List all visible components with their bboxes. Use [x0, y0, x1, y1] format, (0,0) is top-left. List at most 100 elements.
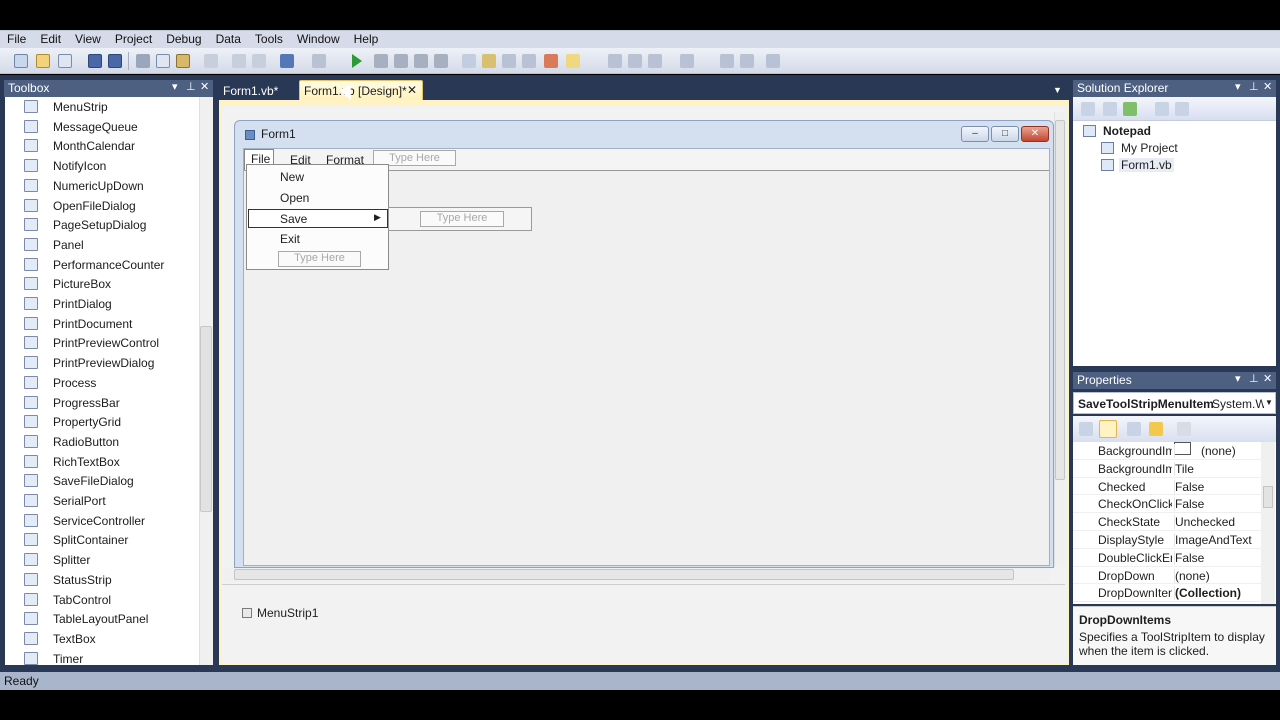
- paste-icon[interactable]: [176, 54, 190, 68]
- align-icon[interactable]: [462, 54, 476, 68]
- tree-item-my-project[interactable]: My Project: [1121, 141, 1178, 155]
- toolbox-item[interactable]: StatusStrip: [5, 570, 200, 590]
- toolbox-item[interactable]: MonthCalendar: [5, 136, 200, 156]
- tab-list-dropdown-icon[interactable]: ▼: [1053, 85, 1062, 95]
- view-code-icon[interactable]: [1155, 102, 1169, 116]
- toolbox-item[interactable]: OpenFileDialog: [5, 196, 200, 216]
- toolbox-item[interactable]: PrintPreviewControl: [5, 333, 200, 353]
- find-icon[interactable]: [204, 54, 218, 68]
- menu-debug[interactable]: Debug: [166, 31, 201, 48]
- step-out-icon[interactable]: [434, 54, 448, 68]
- close-icon[interactable]: ✕: [1263, 372, 1272, 385]
- toolbox-item[interactable]: TabControl: [5, 590, 200, 610]
- tab-order-icon[interactable]: [544, 54, 558, 68]
- show-all-files-icon[interactable]: [1103, 102, 1117, 116]
- step-into-icon[interactable]: [394, 54, 408, 68]
- tab-form1-code[interactable]: Form1.vb*: [219, 81, 293, 99]
- bring-to-front-icon[interactable]: [766, 54, 780, 68]
- toolbox-item[interactable]: NotifyIcon: [5, 156, 200, 176]
- open-file-icon[interactable]: [36, 54, 50, 68]
- properties-icon[interactable]: [1081, 102, 1095, 116]
- toolbox-item[interactable]: ServiceController: [5, 511, 200, 531]
- comment-icon[interactable]: [232, 54, 246, 68]
- menu-help[interactable]: Help: [354, 31, 379, 48]
- toolbox-item[interactable]: SplitContainer: [5, 530, 200, 550]
- save-all-icon[interactable]: [108, 54, 122, 68]
- property-value[interactable]: ImageAndText: [1174, 533, 1260, 547]
- dropdown-type-here-box[interactable]: Type Here: [278, 251, 361, 267]
- align-center-icon[interactable]: [628, 54, 642, 68]
- chevron-down-icon[interactable]: ▼: [1265, 398, 1273, 407]
- panel-dropdown-icon[interactable]: ▾: [172, 80, 178, 93]
- toolbox-item[interactable]: PrintDocument: [5, 314, 200, 334]
- add-item-icon[interactable]: [58, 54, 72, 68]
- object-selector[interactable]: SaveToolStripMenuItem System.W ▼: [1073, 392, 1276, 414]
- property-row[interactable]: CheckOnClick False: [1073, 495, 1261, 514]
- lock-controls-icon[interactable]: [566, 54, 580, 68]
- categorized-icon[interactable]: [1079, 422, 1093, 436]
- property-value[interactable]: (none): [1174, 568, 1260, 583]
- toolbox-item[interactable]: SerialPort: [5, 491, 200, 511]
- toolbox-item[interactable]: RadioButton: [5, 432, 200, 452]
- panel-dropdown-icon[interactable]: ▾: [1235, 80, 1241, 93]
- spacing-icon[interactable]: [740, 54, 754, 68]
- dropdown-item-save[interactable]: Save ▶: [248, 209, 388, 228]
- refresh-icon[interactable]: [1123, 102, 1137, 116]
- tab-form1-design[interactable]: Form1.vb [Design]* ✕: [299, 80, 423, 100]
- toolbox-item[interactable]: PerformanceCounter: [5, 255, 200, 275]
- property-pages-icon[interactable]: [1177, 422, 1191, 436]
- property-value[interactable]: (Collection): [1174, 586, 1260, 601]
- property-row[interactable]: BackgroundIm Tile: [1073, 460, 1261, 478]
- menu-project[interactable]: Project: [115, 31, 152, 48]
- menu-file[interactable]: File: [7, 31, 26, 48]
- menu-tools[interactable]: Tools: [255, 31, 283, 48]
- size-icon[interactable]: [720, 54, 734, 68]
- property-value[interactable]: Unchecked: [1174, 515, 1260, 530]
- view-designer-icon[interactable]: [1175, 102, 1189, 116]
- toolbox-scroll-thumb[interactable]: [200, 326, 212, 512]
- align-left-icon[interactable]: [608, 54, 622, 68]
- stop-icon[interactable]: [374, 54, 388, 68]
- property-grid-scrollbar[interactable]: [1261, 442, 1275, 604]
- events-icon[interactable]: [1149, 422, 1163, 436]
- dropdown-item-open[interactable]: Open: [280, 191, 309, 205]
- designer-vertical-scroll-thumb[interactable]: [1055, 120, 1065, 480]
- toolbox-item[interactable]: ProgressBar: [5, 393, 200, 413]
- toolbox-item[interactable]: TextBox: [5, 629, 200, 649]
- maximize-button[interactable]: □: [991, 126, 1019, 142]
- toolbox-item[interactable]: Process: [5, 373, 200, 393]
- toolbox-item[interactable]: Splitter: [5, 550, 200, 570]
- new-project-icon[interactable]: [14, 54, 28, 68]
- tree-item-form1[interactable]: Form1.vb: [1119, 158, 1174, 172]
- layout-icon[interactable]: [680, 54, 694, 68]
- property-value[interactable]: False: [1174, 497, 1260, 512]
- property-row[interactable]: BackgroundIm (none): [1073, 442, 1261, 460]
- toolbox-item[interactable]: RichTextBox: [5, 452, 200, 472]
- toolbox-item[interactable]: Timer: [5, 649, 200, 665]
- minimize-button[interactable]: –: [961, 126, 989, 142]
- dropdown-item-new[interactable]: New: [280, 170, 304, 184]
- project-node[interactable]: Notepad: [1103, 124, 1151, 138]
- uncomment-icon[interactable]: [252, 54, 266, 68]
- close-tab-icon[interactable]: ✕: [407, 83, 417, 97]
- property-grid-scroll-thumb[interactable]: [1263, 486, 1273, 508]
- property-row[interactable]: DoubleClickEn False: [1073, 549, 1261, 567]
- close-button[interactable]: ✕: [1021, 126, 1049, 142]
- toolbox-item[interactable]: PageSetupDialog: [5, 215, 200, 235]
- step-over-icon[interactable]: [414, 54, 428, 68]
- submenu-type-here-box[interactable]: Type Here: [420, 211, 504, 227]
- property-value[interactable]: (none): [1174, 444, 1260, 458]
- close-icon[interactable]: ✕: [1263, 80, 1272, 93]
- property-row[interactable]: CheckState Unchecked: [1073, 513, 1261, 531]
- dropdown-item-exit[interactable]: Exit: [280, 232, 300, 246]
- toolbox-item[interactable]: PrintDialog: [5, 294, 200, 314]
- panel-dropdown-icon[interactable]: ▾: [1235, 372, 1241, 385]
- copy-icon[interactable]: [156, 54, 170, 68]
- align-right-icon[interactable]: [648, 54, 662, 68]
- toolbox-item[interactable]: NumericUpDown: [5, 176, 200, 196]
- pin-icon[interactable]: ⊥: [186, 80, 196, 93]
- menu-edit[interactable]: Edit: [40, 31, 61, 48]
- menu-data[interactable]: Data: [216, 31, 241, 48]
- properties-view-icon[interactable]: [1127, 422, 1141, 436]
- property-row[interactable]: DropDownIten (Collection): [1073, 584, 1261, 603]
